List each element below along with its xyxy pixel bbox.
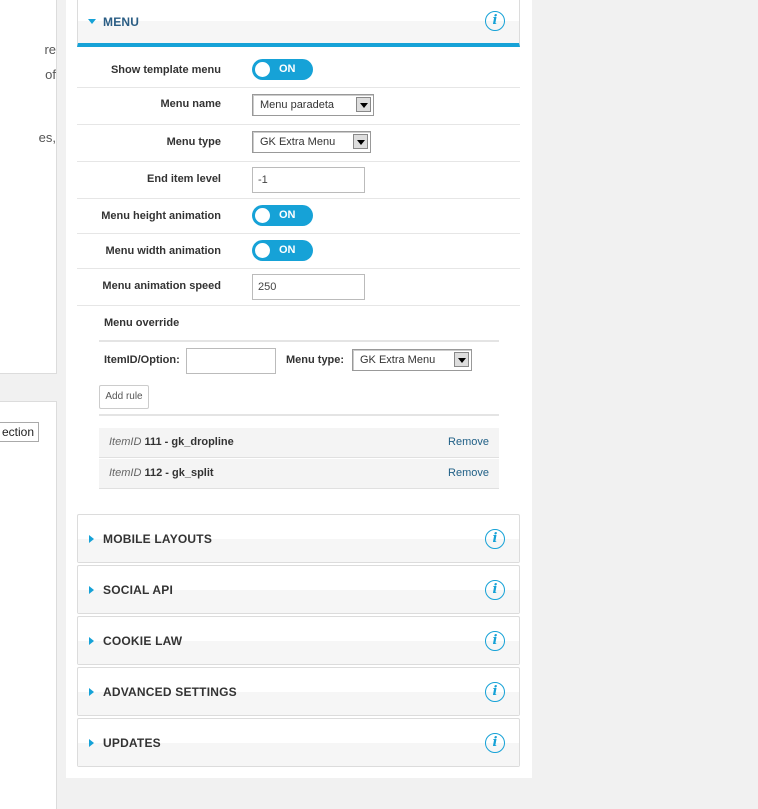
left-panel: re of es, [0,0,57,374]
caret-right-icon [89,637,94,645]
row-menu-type: Menu type GK Extra Menu [77,125,520,162]
info-icon[interactable]: i [485,529,505,549]
show-template-menu-toggle[interactable]: ON [252,59,313,80]
row-end-item-level: End item level -1 [77,162,520,199]
itemid-option-input[interactable] [186,348,276,374]
override-menu-type-select[interactable]: GK Extra Menu [352,349,472,371]
left-text-fragment: es, [38,130,56,145]
row-menu-animation-speed: Menu animation speed 250 [77,269,520,306]
chevron-down-icon [356,97,371,112]
left-text-fragment: re [44,42,56,57]
remove-rule-link[interactable]: Remove [448,467,489,479]
caret-right-icon [89,586,94,594]
menu-animation-speed-input[interactable]: 250 [252,274,365,300]
row-label: Show template menu [110,64,221,76]
left-panel-lower: ection [0,401,57,809]
chevron-down-icon [353,134,368,149]
section-title: COOKIE LAW [103,634,183,648]
menu-name-select[interactable]: Menu paradeta [252,94,374,116]
section-title: ADVANCED SETTINGS [103,685,237,699]
info-icon[interactable]: i [485,580,505,600]
menu-override-title: Menu override [104,317,180,329]
row-label: Menu type [166,136,221,148]
section-title: MOBILE LAYOUTS [103,532,213,546]
menu-section-header[interactable]: MENU i [77,0,520,47]
row-label: Menu height animation [101,210,221,222]
section-updates[interactable]: UPDATES i [77,718,520,767]
row-show-template-menu: Show template menu ON [77,51,520,88]
section-cookie-law[interactable]: COOKIE LAW i [77,616,520,665]
row-label: Menu name [160,98,221,110]
info-icon[interactable]: i [485,682,505,702]
divider [99,414,499,416]
row-menu-height-animation: Menu height animation ON [77,199,520,234]
caret-down-icon [88,19,96,24]
caret-right-icon [89,688,94,696]
menu-width-animation-toggle[interactable]: ON [252,240,313,261]
section-advanced-settings[interactable]: ADVANCED SETTINGS i [77,667,520,716]
section-title: MENU [103,15,140,29]
caret-right-icon [89,739,94,747]
chevron-down-icon [454,352,469,367]
info-icon[interactable]: i [485,631,505,651]
settings-panel: MENU i Show template menu ON Menu name M… [66,0,532,778]
divider [99,340,499,342]
section-social-api[interactable]: SOCIAL API i [77,565,520,614]
caret-right-icon [89,535,94,543]
add-rule-button[interactable]: Add rule [99,385,149,409]
override-rule-row: ItemID 112 - gk_split Remove [99,459,499,489]
itemid-option-label: ItemID/Option: [104,354,180,366]
section-mobile-layouts[interactable]: MOBILE LAYOUTS i [77,514,520,563]
menu-type-select[interactable]: GK Extra Menu [252,131,371,153]
info-icon[interactable]: i [485,11,505,31]
section-title: SOCIAL API [103,583,174,597]
info-icon[interactable]: i [485,733,505,753]
end-item-level-input[interactable]: -1 [252,167,365,193]
left-section-button[interactable]: ection [0,422,39,442]
left-text-fragment: of [45,67,56,82]
section-title: UPDATES [103,736,161,750]
override-rule-row: ItemID 111 - gk_dropline Remove [99,428,499,458]
row-label: Menu width animation [105,245,222,257]
remove-rule-link[interactable]: Remove [448,436,489,448]
row-label: End item level [147,173,221,185]
override-menu-type-label: Menu type: [286,354,345,366]
menu-height-animation-toggle[interactable]: ON [252,205,313,226]
row-label: Menu animation speed [102,280,221,292]
row-menu-width-animation: Menu width animation ON [77,234,520,269]
row-menu-name: Menu name Menu paradeta [77,88,520,125]
